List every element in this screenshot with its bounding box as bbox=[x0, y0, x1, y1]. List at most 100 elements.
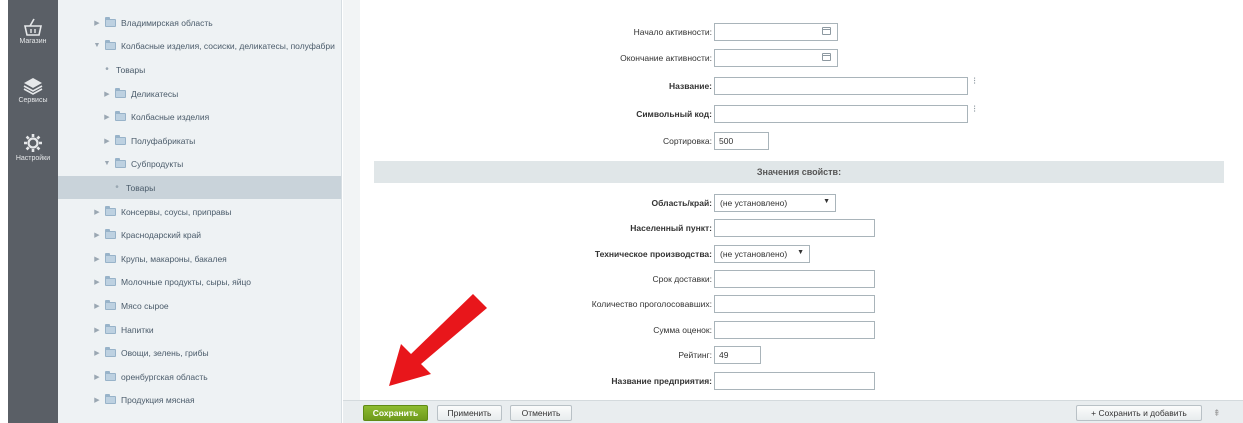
tree-item[interactable]: ▶ Овощи, зелень, грибы bbox=[58, 341, 341, 364]
city-input[interactable] bbox=[714, 219, 875, 237]
gear-icon bbox=[24, 134, 42, 152]
expand-arrow-icon[interactable]: ▶ bbox=[102, 137, 112, 145]
field-label: Количество проголосовавших: bbox=[591, 299, 712, 309]
menu-item-label: Магазин bbox=[19, 38, 47, 45]
folder-icon bbox=[115, 157, 126, 168]
tree-item[interactable]: ▶ Консервы, соусы, приправы bbox=[58, 200, 341, 223]
tree-item[interactable]: ▶ Мясо сырое bbox=[58, 294, 341, 317]
expand-arrow-icon[interactable]: ▶ bbox=[102, 90, 112, 98]
folder-icon bbox=[105, 346, 116, 357]
tree-item[interactable]: ▶ Напитки bbox=[58, 318, 341, 341]
dropdown-caret-icon: ▼ bbox=[797, 249, 804, 256]
tree-item[interactable]: ▶ Краснодарский край bbox=[58, 223, 341, 246]
calendar-icon[interactable] bbox=[822, 27, 831, 35]
tree-item[interactable]: ▼ Колбасные изделия, сосиски, деликатесы,… bbox=[58, 34, 341, 57]
folder-icon bbox=[115, 110, 126, 121]
form-row-active-from: Начало активности: bbox=[360, 23, 1233, 43]
field-label: Населенный пункт: bbox=[630, 223, 712, 233]
more-options-icon[interactable]: ⁝ bbox=[973, 105, 977, 120]
votes-input[interactable] bbox=[714, 295, 875, 313]
active-to-input[interactable] bbox=[714, 49, 838, 67]
form-row-delivery: Срок доставки: bbox=[360, 270, 1233, 290]
expand-arrow-icon[interactable]: ▶ bbox=[102, 113, 112, 121]
tree-item[interactable]: ▶ Молочные продукты, сыры, яйцо bbox=[58, 270, 341, 293]
folder-icon bbox=[105, 393, 116, 404]
folder-icon bbox=[105, 39, 116, 50]
folder-icon bbox=[105, 323, 116, 334]
form-row-city: Населенный пункт: bbox=[360, 219, 1233, 239]
expand-arrow-icon[interactable]: ▶ bbox=[92, 278, 102, 286]
name-input[interactable] bbox=[714, 77, 968, 95]
tree-item[interactable]: ▶ Деликатесы bbox=[58, 82, 341, 105]
tree-item[interactable]: ▼ Субпродукты bbox=[58, 152, 341, 175]
section-tree: ▶ Владимирская область ▼ Колбасные изделия… bbox=[58, 0, 342, 423]
calendar-icon[interactable] bbox=[822, 53, 831, 61]
field-label: Название предприятия: bbox=[611, 376, 712, 386]
active-from-input[interactable] bbox=[714, 23, 838, 41]
tree-item[interactable]: ▶ Полуфабрикаты bbox=[58, 129, 341, 152]
form-row-sort: Сортировка: bbox=[360, 132, 1233, 152]
tree-item[interactable]: ▶ оренбургская область bbox=[58, 365, 341, 388]
menu-item-label: Настройки bbox=[15, 155, 51, 162]
production-select[interactable]: (не установлено) ▼ bbox=[714, 245, 810, 263]
pin-icon[interactable]: ⇞ bbox=[1213, 408, 1221, 418]
expand-arrow-icon[interactable]: ▶ bbox=[92, 208, 102, 216]
save-button[interactable]: Сохранить bbox=[363, 405, 428, 421]
menu-item-shop[interactable]: Магазин bbox=[8, 18, 58, 45]
rating-input[interactable] bbox=[714, 346, 761, 364]
expand-arrow-icon[interactable]: ▶ bbox=[92, 302, 102, 310]
expand-arrow-icon[interactable]: ▶ bbox=[92, 396, 102, 404]
form-row-code: Символьный код: ⁝ bbox=[360, 105, 1233, 125]
folder-icon bbox=[105, 16, 116, 27]
folder-icon bbox=[115, 87, 126, 98]
form-row-name: Название: ⁝ bbox=[360, 77, 1233, 97]
expand-arrow-icon[interactable]: ▶ bbox=[92, 255, 102, 263]
annotation-arrow-icon bbox=[389, 294, 487, 386]
expand-arrow-icon[interactable]: ▶ bbox=[92, 231, 102, 239]
panel-splitter[interactable] bbox=[343, 0, 360, 400]
menu-item-services[interactable]: Сервисы bbox=[8, 77, 58, 104]
folder-icon bbox=[105, 299, 116, 310]
collapse-arrow-icon[interactable]: ▼ bbox=[102, 160, 112, 167]
score-sum-input[interactable] bbox=[714, 321, 875, 339]
folder-icon bbox=[105, 370, 116, 381]
menu-item-settings[interactable]: Настройки bbox=[8, 133, 58, 162]
menu-item-label: Сервисы bbox=[18, 97, 48, 104]
field-label: Начало активности: bbox=[633, 27, 712, 37]
save-and-add-button[interactable]: + Сохранить и добавить bbox=[1076, 405, 1202, 421]
tree-item[interactable]: • Товары bbox=[58, 58, 341, 81]
tree-item[interactable]: ▶ Колбасные изделия bbox=[58, 105, 341, 128]
layers-icon bbox=[23, 78, 43, 95]
main-menu-sidebar: Магазин Сервисы Настройки bbox=[8, 0, 58, 423]
folder-icon bbox=[105, 275, 116, 286]
expand-arrow-icon[interactable]: ▶ bbox=[92, 373, 102, 381]
delivery-input[interactable] bbox=[714, 270, 875, 288]
collapse-arrow-icon[interactable]: ▼ bbox=[92, 42, 102, 49]
folder-icon bbox=[105, 205, 116, 216]
cancel-button[interactable]: Отменить bbox=[510, 405, 572, 421]
folder-icon bbox=[105, 252, 116, 263]
properties-section-header: Значения свойств: bbox=[374, 161, 1224, 183]
field-label: Сумма оценок: bbox=[653, 325, 712, 335]
field-label: Область/край: bbox=[651, 198, 712, 208]
more-options-icon[interactable]: ⁝ bbox=[973, 77, 977, 92]
expand-arrow-icon[interactable]: ▶ bbox=[92, 349, 102, 357]
company-input[interactable] bbox=[714, 372, 875, 390]
region-select[interactable]: (не установлено) ▼ bbox=[714, 194, 836, 212]
tree-item[interactable]: ▶ Владимирская область bbox=[58, 11, 341, 34]
sort-input[interactable] bbox=[714, 132, 769, 150]
field-label: Срок доставки: bbox=[652, 274, 712, 284]
folder-icon bbox=[105, 228, 116, 239]
tree-item[interactable]: ▶ Крупы, макароны, бакалея bbox=[58, 247, 341, 270]
field-label: Сортировка: bbox=[662, 136, 712, 146]
apply-button[interactable]: Применить bbox=[437, 405, 502, 421]
field-label: Окончание активности: bbox=[620, 53, 712, 63]
bullet-icon: • bbox=[115, 182, 119, 193]
tree-item[interactable]: ▶ Продукция мясная bbox=[58, 388, 341, 411]
tree-item-selected[interactable]: • Товары bbox=[58, 176, 341, 199]
code-input[interactable] bbox=[714, 105, 968, 123]
folder-icon bbox=[115, 134, 126, 145]
expand-arrow-icon[interactable]: ▶ bbox=[92, 19, 102, 27]
expand-arrow-icon[interactable]: ▶ bbox=[92, 326, 102, 334]
field-label: Рейтинг: bbox=[678, 350, 712, 360]
